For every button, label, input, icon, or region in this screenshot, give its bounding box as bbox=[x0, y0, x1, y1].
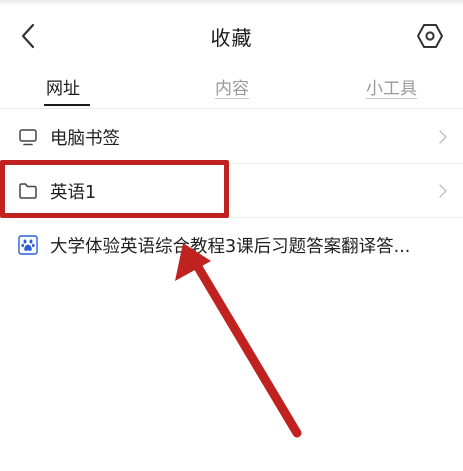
tab-content[interactable]: 内容 bbox=[215, 74, 249, 99]
tab-tools[interactable]: 小工具 bbox=[366, 74, 417, 99]
header-bar: 收藏 bbox=[0, 0, 463, 66]
annotation-highlight-box bbox=[0, 160, 229, 218]
chevron-right-icon bbox=[439, 130, 447, 144]
monitor-icon bbox=[17, 126, 39, 148]
active-tab-indicator bbox=[44, 104, 90, 106]
list-item-bookmark[interactable]: 大学体验英语综合教程3课后习题答案翻译答... bbox=[0, 218, 463, 272]
settings-button[interactable] bbox=[412, 18, 448, 54]
tabs-divider bbox=[0, 108, 463, 109]
tab-bar: 网址 内容 小工具 bbox=[0, 66, 463, 108]
chevron-right-icon bbox=[439, 184, 447, 198]
list-item-computer-bookmarks[interactable]: 电脑书签 bbox=[0, 110, 463, 164]
list-item-label: 电脑书签 bbox=[50, 129, 120, 149]
baidu-paw-icon bbox=[17, 234, 39, 256]
hexagon-settings-icon bbox=[417, 24, 443, 48]
page-title: 收藏 bbox=[210, 26, 253, 50]
list-item-label: 大学体验英语综合教程3课后习题答案翻译答... bbox=[50, 237, 411, 257]
tab-urls[interactable]: 网址 bbox=[46, 74, 80, 99]
